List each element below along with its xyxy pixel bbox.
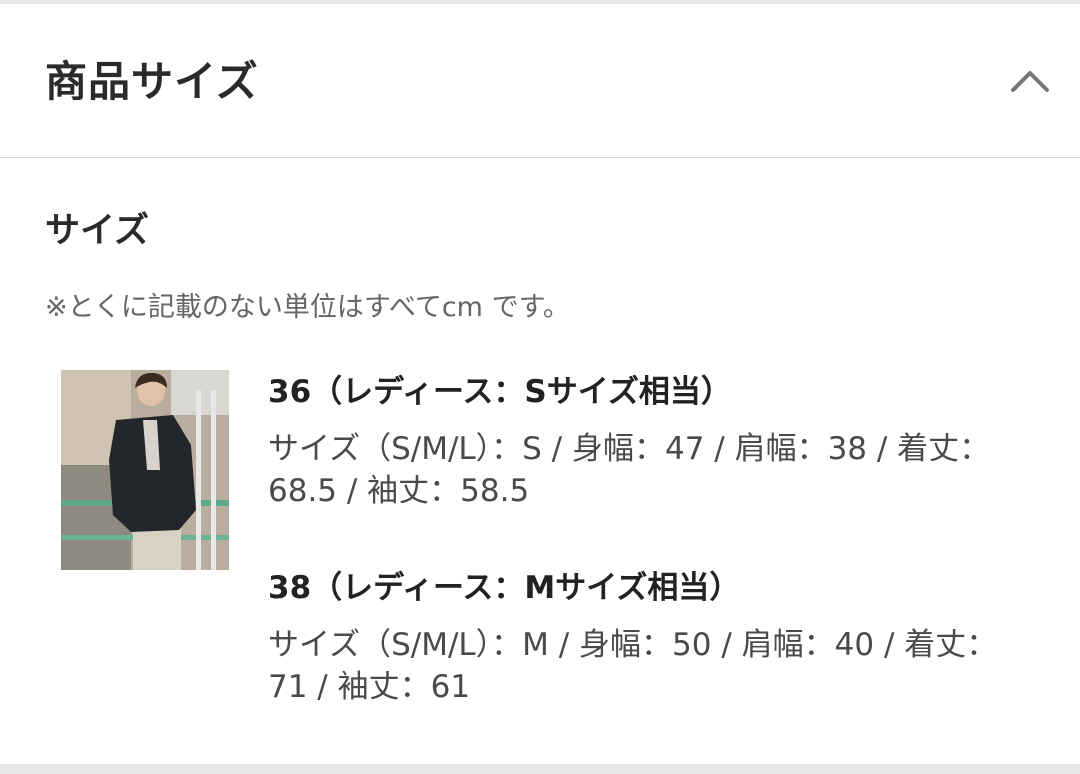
size-detail: サイズ（S/M/L）：M / 身幅：50 / 肩幅：40 / 着丈：71 / 袖… xyxy=(268,627,998,705)
product-thumbnail[interactable] xyxy=(61,370,229,570)
bottom-divider xyxy=(0,764,1080,774)
size-entry-38: 38（レディース：Mサイズ相当） サイズ（S/M/L）：M / 身幅：50 / … xyxy=(268,566,1008,708)
unit-note: ※とくに記載のない単位はすべてcm です。 xyxy=(45,292,570,323)
section-title: サイズ xyxy=(45,211,149,251)
accordion-header[interactable]: 商品サイズ xyxy=(0,4,1080,158)
chevron-up-icon[interactable] xyxy=(1010,62,1050,102)
size-detail: サイズ（S/M/L）：S / 身幅：47 / 肩幅：38 / 着丈：68.5 /… xyxy=(268,431,991,509)
size-heading: 36（レディース：Sサイズ相当） xyxy=(268,374,732,410)
size-entry-36: 36（レディース：Sサイズ相当） サイズ（S/M/L）：S / 身幅：47 / … xyxy=(268,370,1008,512)
product-size-panel: 商品サイズ サイズ ※とくに記載のない単位はすべてcm です。 36（レディース… xyxy=(0,0,1080,774)
size-heading: 38（レディース：Mサイズ相当） xyxy=(268,570,741,606)
accordion-title: 商品サイズ xyxy=(45,57,259,106)
